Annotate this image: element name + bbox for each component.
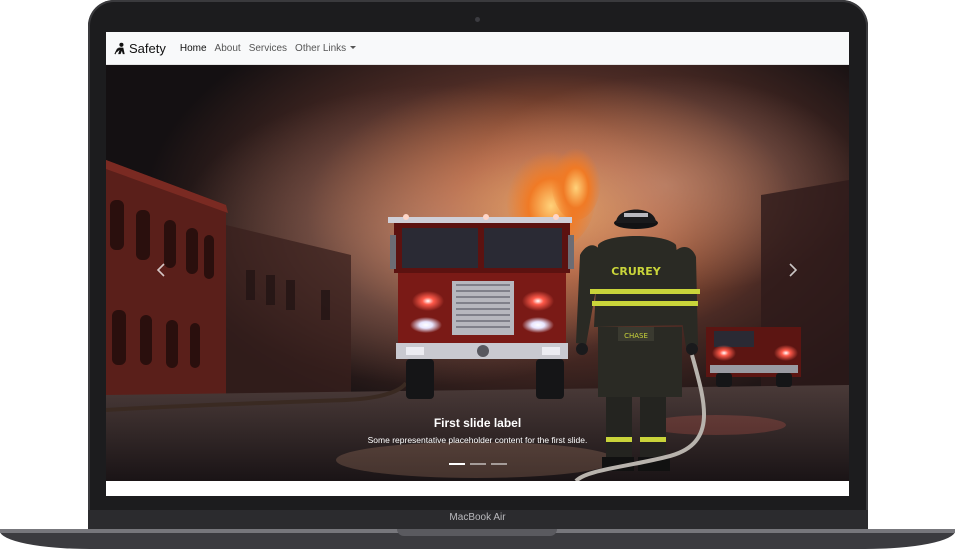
navbar-brand[interactable]: Safety bbox=[114, 41, 166, 56]
jacket-panel-text: CHASE bbox=[624, 332, 648, 340]
nav-link-about[interactable]: About bbox=[215, 43, 241, 54]
carousel-indicator-2[interactable] bbox=[469, 463, 486, 465]
carousel-indicator-1[interactable] bbox=[448, 463, 465, 465]
laptop-model-label: MacBook Air bbox=[449, 512, 506, 523]
slide-caption-title: First slide label bbox=[433, 416, 522, 430]
camera-icon bbox=[475, 17, 480, 22]
nav-link-home[interactable]: Home bbox=[180, 43, 207, 54]
chevron-right-icon bbox=[789, 263, 798, 277]
laptop-opening-notch bbox=[397, 529, 557, 536]
carousel-indicators bbox=[446, 463, 509, 465]
firefighter-logo-icon bbox=[114, 42, 125, 54]
nav-link-services[interactable]: Services bbox=[249, 43, 287, 54]
page-content-below bbox=[106, 481, 849, 496]
hero-carousel: CRUREY CHASE First slide label Some repr… bbox=[106, 65, 849, 481]
laptop-frame: Safety Home About Services Other Links C… bbox=[0, 0, 955, 549]
carousel-prev-button[interactable] bbox=[146, 255, 176, 285]
navbar: Safety Home About Services Other Links bbox=[106, 32, 849, 65]
browser-viewport: Safety Home About Services Other Links C… bbox=[106, 32, 849, 496]
carousel-indicator-3[interactable] bbox=[490, 463, 507, 465]
nav-link-other-links[interactable]: Other Links bbox=[295, 42, 357, 54]
jacket-back-text: CRUREY bbox=[611, 265, 661, 278]
caret-down-icon bbox=[350, 46, 357, 50]
brand-name: Safety bbox=[129, 40, 166, 56]
chevron-left-icon bbox=[156, 263, 165, 277]
slide-caption-text: Some representative placeholder content … bbox=[367, 435, 588, 445]
nav-link-other-links-label: Other Links bbox=[295, 42, 347, 54]
carousel-next-button[interactable] bbox=[778, 255, 808, 285]
